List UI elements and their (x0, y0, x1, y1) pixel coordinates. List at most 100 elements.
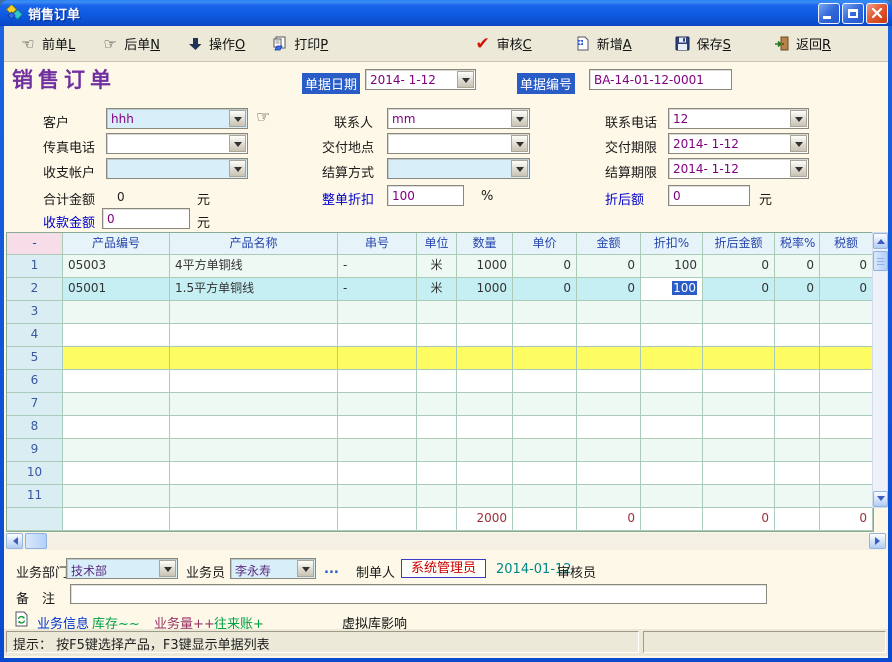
grid-cell-price[interactable] (513, 462, 577, 485)
grid-cell-discount[interactable] (641, 347, 703, 370)
table-row[interactable]: 2050011.5平方单铜线-米100000100000 (7, 278, 873, 301)
minimize-button[interactable] (818, 3, 840, 24)
grid-cell-tax_rate[interactable] (775, 416, 820, 439)
grid-cell-name[interactable] (170, 301, 338, 324)
grid-cell-price[interactable]: 0 (513, 278, 577, 301)
grid-cell-discount[interactable] (641, 393, 703, 416)
grid-cell-tax[interactable] (820, 370, 873, 393)
grid-cell-tax_rate[interactable]: 0 (775, 255, 820, 278)
grid-cell-name[interactable] (170, 485, 338, 508)
grid-cell-amount[interactable] (577, 485, 641, 508)
dropdown-arrow-icon[interactable] (511, 135, 528, 152)
grid-cell-serial[interactable] (338, 485, 417, 508)
grid-cell-code[interactable]: 05001 (63, 278, 170, 301)
grid-cell-code[interactable]: 05003 (63, 255, 170, 278)
scroll-down-button[interactable] (873, 491, 888, 507)
discounted-input[interactable]: 0 (668, 185, 750, 206)
grid-cell-tax[interactable] (820, 439, 873, 462)
grid-cell-price[interactable] (513, 347, 577, 370)
dropdown-arrow-icon[interactable] (159, 560, 176, 577)
dropdown-arrow-icon[interactable] (297, 560, 314, 577)
grid-cell-name[interactable] (170, 439, 338, 462)
grid-cell-code[interactable] (63, 439, 170, 462)
grid-cell-discount[interactable] (641, 301, 703, 324)
dropdown-arrow-icon[interactable] (229, 110, 246, 127)
grid-cell-disc_amount[interactable] (703, 347, 775, 370)
grid-cell-disc_amount[interactable]: 0 (703, 255, 775, 278)
grid-cell-price[interactable] (513, 485, 577, 508)
operate-button[interactable]: 操作O (181, 31, 250, 56)
dropdown-arrow-icon[interactable] (790, 135, 807, 152)
grid-cell-discount[interactable] (641, 439, 703, 462)
grid-cell-serial[interactable] (338, 416, 417, 439)
grid-cell-num[interactable]: 5 (7, 347, 63, 370)
grid-cell-num[interactable]: 8 (7, 416, 63, 439)
grid-cell-name[interactable]: 1.5平方单铜线 (170, 278, 338, 301)
grid-cell-tax_rate[interactable] (775, 393, 820, 416)
more-button[interactable]: ... (324, 562, 339, 577)
grid-cell-qty[interactable] (457, 439, 513, 462)
grid-cell-qty[interactable] (457, 301, 513, 324)
grid-cell-price[interactable] (513, 324, 577, 347)
grid-cell-name[interactable] (170, 416, 338, 439)
grid-cell-tax[interactable] (820, 347, 873, 370)
grid-cell-qty[interactable] (457, 485, 513, 508)
grid-cell-tax[interactable]: 0 (820, 255, 873, 278)
table-row[interactable]: 9 (7, 439, 873, 462)
dept-select[interactable]: 技术部 (66, 558, 178, 579)
grid-cell-price[interactable] (513, 416, 577, 439)
grid-cell-tax_rate[interactable] (775, 370, 820, 393)
grid-cell-name[interactable]: 4平方单铜线 (170, 255, 338, 278)
grid-cell-disc_amount[interactable] (703, 416, 775, 439)
salesman-select[interactable]: 李永寿 (230, 558, 316, 579)
grid-cell-qty[interactable]: 1000 (457, 255, 513, 278)
audit-button[interactable]: ✔ 审核C (469, 31, 537, 56)
settle-method-select[interactable] (387, 158, 530, 179)
grid-cell-discount[interactable] (641, 324, 703, 347)
grid-cell-serial[interactable] (338, 462, 417, 485)
grid-cell-num[interactable]: 7 (7, 393, 63, 416)
grid-cell-tax_rate[interactable] (775, 462, 820, 485)
title-bar[interactable]: 销售订单 (0, 0, 892, 26)
delivery-place-select[interactable] (387, 133, 530, 154)
dropdown-arrow-icon[interactable] (229, 135, 246, 152)
grid-cell-tax_rate[interactable] (775, 324, 820, 347)
phone-select[interactable]: 12 (668, 108, 809, 129)
grid-cell-price[interactable]: 0 (513, 255, 577, 278)
print-button[interactable]: 打印P (266, 31, 333, 56)
grid-cell-price[interactable] (513, 393, 577, 416)
grid-cell-disc_amount[interactable] (703, 370, 775, 393)
grid-cell-disc_amount[interactable] (703, 324, 775, 347)
grid-cell-tax_rate[interactable] (775, 301, 820, 324)
grid-cell-amount[interactable] (577, 324, 641, 347)
contact-select[interactable]: mm (387, 108, 530, 129)
grid-cell-serial[interactable]: - (338, 255, 417, 278)
grid-cell-unit[interactable] (417, 439, 457, 462)
customer-select[interactable]: hhh (106, 108, 248, 129)
scroll-left-button[interactable] (6, 533, 23, 549)
table-row[interactable]: 3 (7, 301, 873, 324)
grid-cell-amount[interactable]: 0 (577, 255, 641, 278)
grid-cell-num[interactable]: 6 (7, 370, 63, 393)
delivery-term-select[interactable]: 2014- 1-12 (668, 133, 809, 154)
grid-cell-discount[interactable] (641, 416, 703, 439)
table-row[interactable]: 7 (7, 393, 873, 416)
grid-cell-discount[interactable] (641, 370, 703, 393)
discount-input[interactable]: 100 (387, 185, 464, 206)
return-button[interactable]: 返回R (768, 31, 836, 56)
grid-cell-tax[interactable] (820, 485, 873, 508)
grid-cell-unit[interactable] (417, 347, 457, 370)
table-row[interactable]: 4 (7, 324, 873, 347)
grid-cell-serial[interactable] (338, 347, 417, 370)
note-input[interactable] (70, 584, 767, 604)
grid-cell-disc_amount[interactable]: 0 (703, 278, 775, 301)
grid-cell-discount[interactable] (641, 462, 703, 485)
grid-cell-serial[interactable] (338, 301, 417, 324)
grid-cell-name[interactable] (170, 393, 338, 416)
vertical-scrollbar[interactable] (872, 232, 888, 508)
doc-no-input[interactable]: BA-14-01-12-0001 (589, 69, 732, 90)
grid-cell-disc_amount[interactable] (703, 301, 775, 324)
grid-cell-discount[interactable]: 100 (641, 278, 703, 301)
grid-cell-disc_amount[interactable] (703, 462, 775, 485)
editing-cell-selection[interactable]: 100 (672, 281, 697, 295)
